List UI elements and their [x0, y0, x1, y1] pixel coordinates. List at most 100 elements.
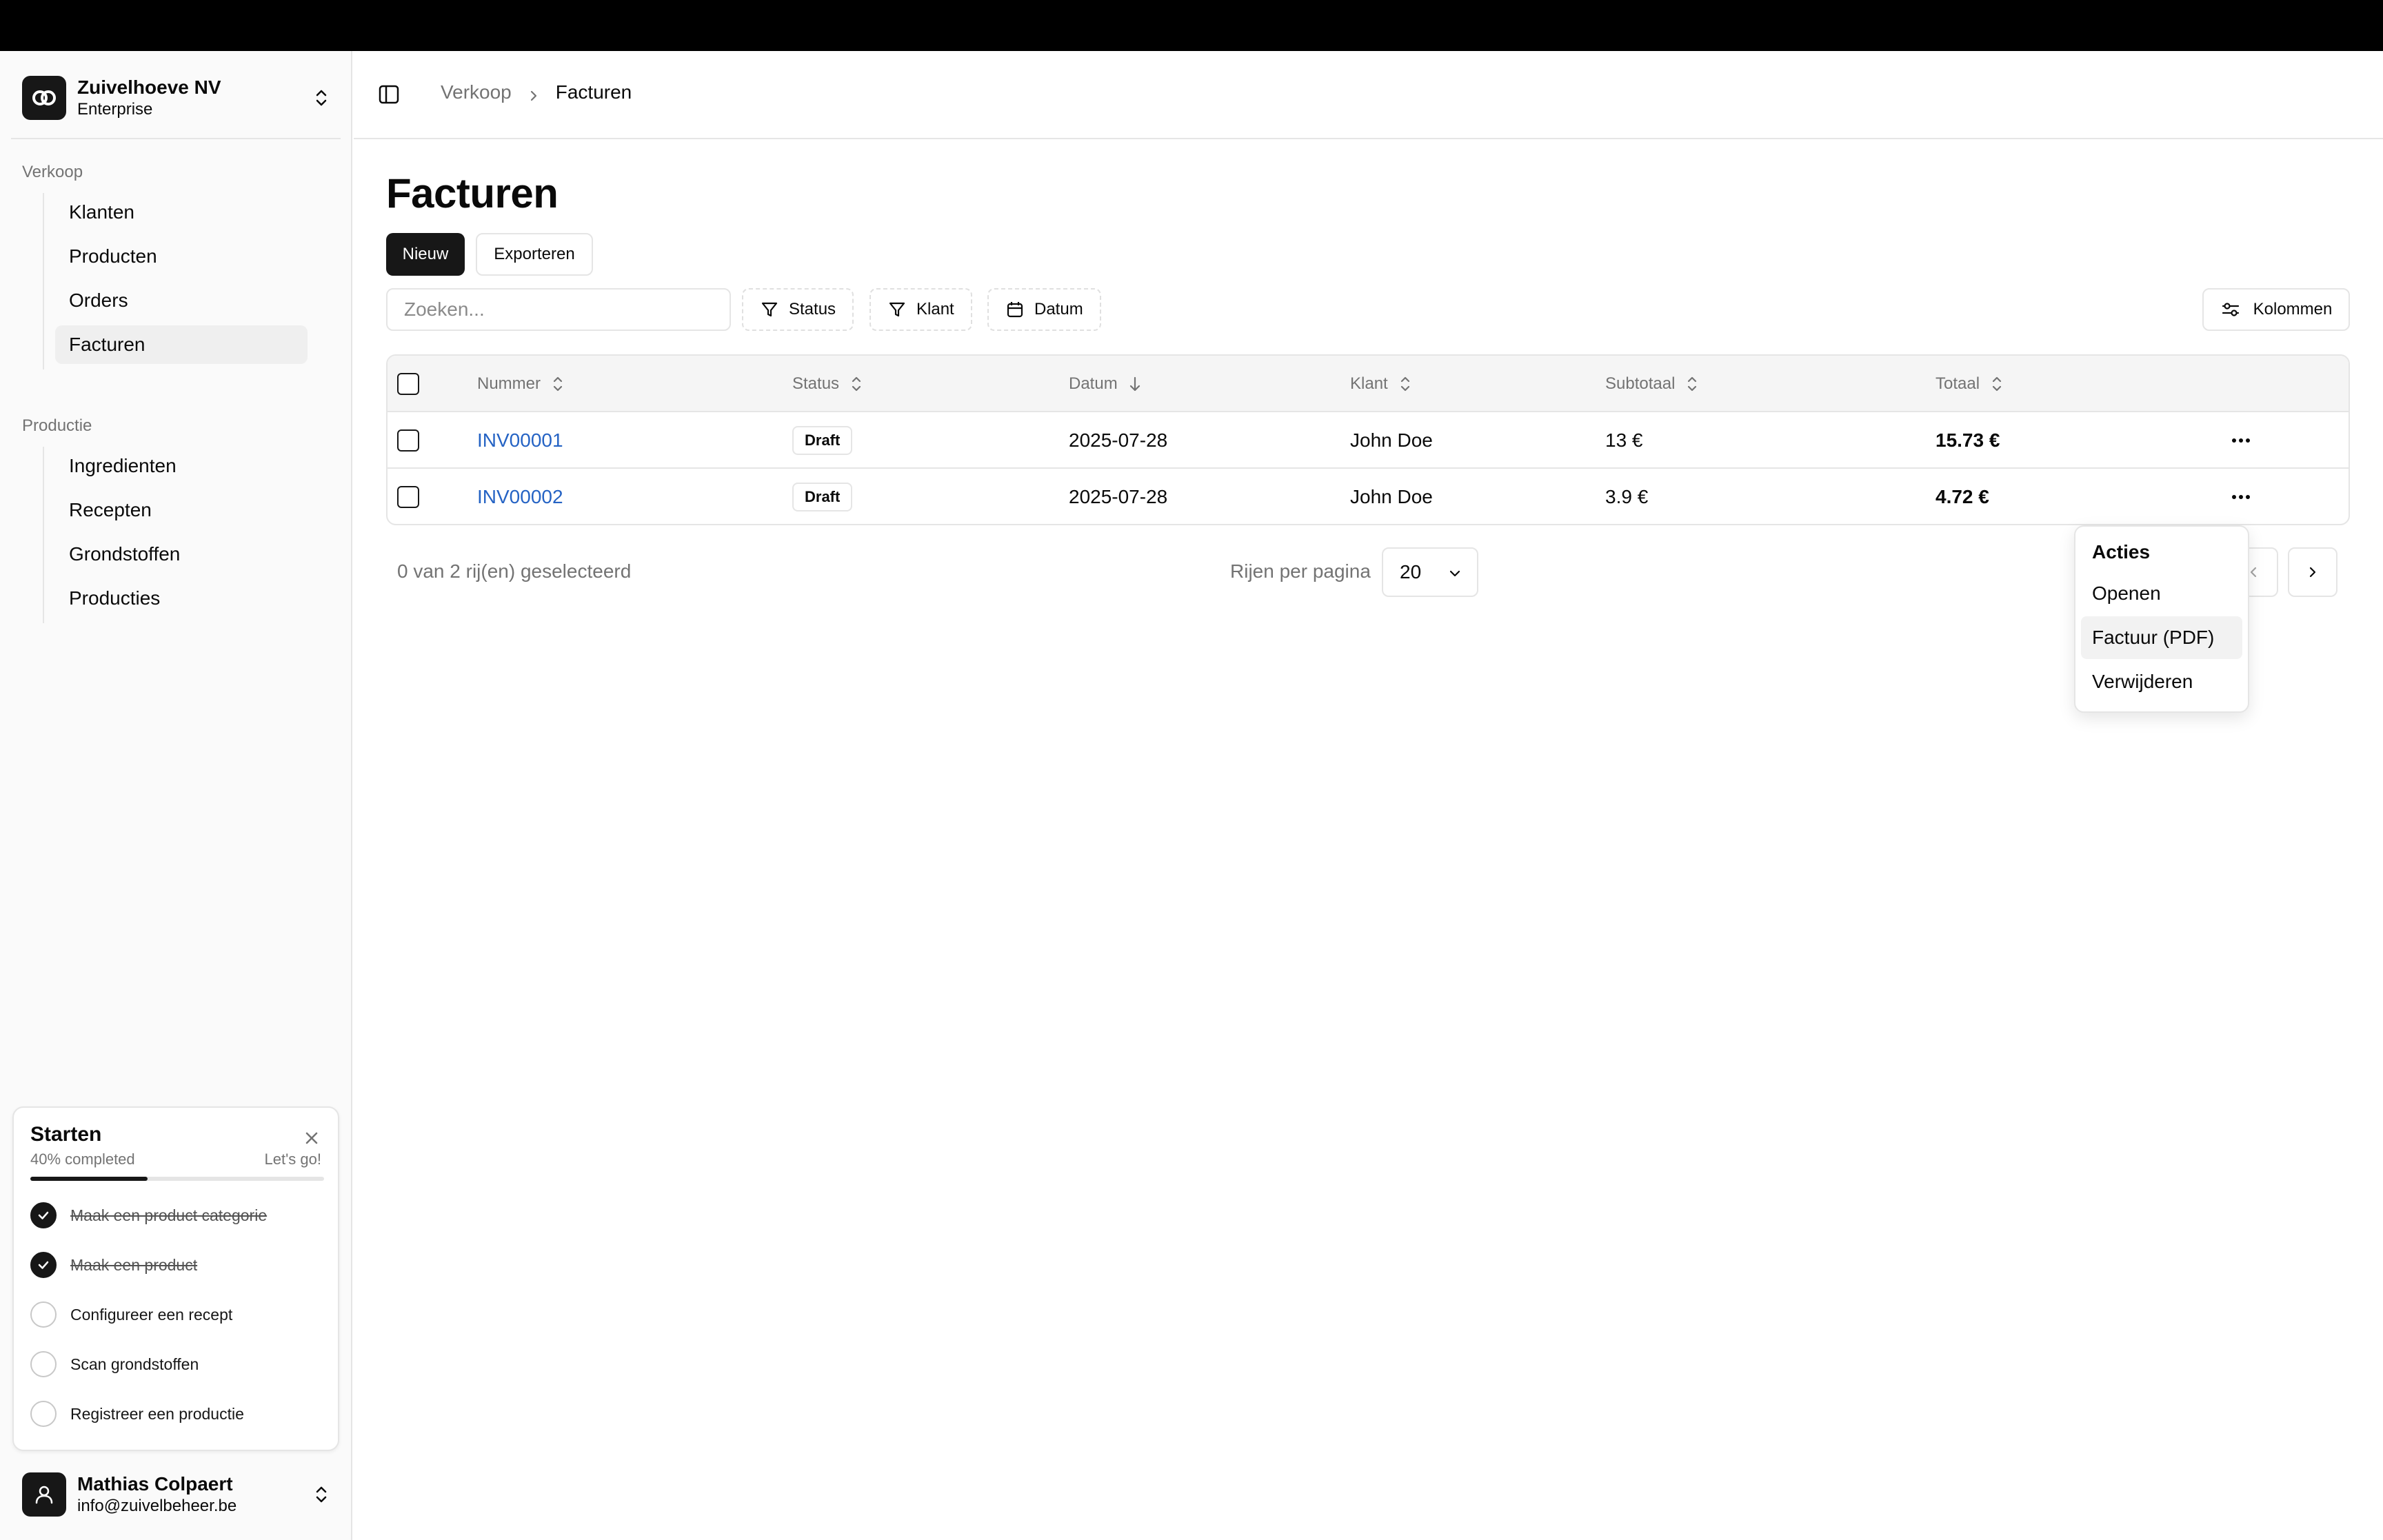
sort-icon — [852, 376, 861, 392]
column-header-label: Subtotaal — [1605, 374, 1676, 393]
onboarding-card: Starten 40% completed Let's go! Maak een… — [12, 1106, 339, 1451]
new-button[interactable]: Nieuw — [386, 233, 465, 276]
actions-menu: Acties Openen Factuur (PDF) Verwijderen — [2074, 525, 2249, 713]
cell-subtotaal: 13 € — [1605, 429, 1643, 451]
empty-circle-icon — [30, 1301, 57, 1328]
select-all-checkbox[interactable] — [397, 373, 419, 395]
sort-icon — [553, 376, 563, 392]
table-header: Nummer Status Datum Klant Subtotaal Tota… — [388, 356, 2349, 412]
onboarding-task[interactable]: Maak een product categorie — [30, 1200, 267, 1230]
filter-datum-button[interactable]: Datum — [987, 288, 1101, 331]
table-row[interactable]: INV00002 Draft 2025-07-28 John Doe 3.9 €… — [388, 469, 2349, 524]
onboarding-task-label: Scan grondstoffen — [70, 1355, 199, 1373]
org-switcher[interactable]: Zuivelhoeve NV Enterprise — [22, 73, 332, 123]
column-header-label: Datum — [1069, 374, 1118, 393]
arrow-down-icon — [1129, 376, 1140, 392]
column-header-datum[interactable]: Datum — [1069, 356, 1143, 412]
column-header-status[interactable]: Status — [792, 356, 864, 412]
cell-klant: John Doe — [1350, 486, 1433, 507]
empty-circle-icon — [30, 1401, 57, 1427]
column-header-totaal[interactable]: Totaal — [1935, 356, 2004, 412]
next-page-button[interactable] — [2288, 547, 2337, 597]
funnel-icon — [761, 302, 778, 317]
funnel-icon — [889, 302, 905, 317]
sidebar-item-grondstoffen[interactable]: Grondstoffen — [55, 535, 308, 574]
columns-button-label: Kolommen — [2253, 300, 2333, 318]
sidebar-item-producties[interactable]: Producties — [55, 579, 308, 618]
column-header-label: Status — [792, 374, 840, 393]
breadcrumb-item-verkoop[interactable]: Verkoop — [441, 81, 512, 103]
onboarding-progress-bar — [30, 1177, 324, 1181]
column-header-subtotaal[interactable]: Subtotaal — [1605, 356, 1700, 412]
onboarding-task[interactable]: Maak een product — [30, 1250, 197, 1280]
user-menu[interactable]: Mathias Colpaert info@zuivelbeheer.be — [22, 1470, 332, 1519]
sort-icon — [1992, 376, 2002, 392]
menu-item-factuur-pdf[interactable]: Factuur (PDF) — [2081, 616, 2242, 659]
chevron-down-icon — [1449, 570, 1460, 577]
onboarding-task-label: Maak een product categorie — [70, 1206, 268, 1224]
invoice-number-link[interactable]: INV00002 — [477, 469, 563, 524]
sidebar-item-klanten[interactable]: Klanten — [55, 193, 308, 232]
chevrons-up-down-icon — [310, 87, 332, 109]
column-header-label: Klant — [1350, 374, 1388, 393]
close-icon[interactable] — [303, 1130, 320, 1146]
nav-list-productie: Ingredienten Recepten Grondstoffen Produ… — [43, 447, 308, 623]
status-badge: Draft — [792, 483, 853, 511]
filter-datum-label: Datum — [1034, 300, 1083, 318]
sidebar-item-recepten[interactable]: Recepten — [55, 491, 308, 529]
invoice-number-link[interactable]: INV00001 — [477, 412, 563, 469]
columns-button[interactable]: Kolommen — [2202, 288, 2350, 331]
cell-totaal: 15.73 € — [1935, 429, 2000, 451]
breadcrumb-current: Facturen — [555, 81, 632, 103]
rows-per-page-value: 20 — [1400, 561, 1422, 582]
more-horizontal-icon[interactable] — [2227, 427, 2255, 454]
onboarding-task[interactable]: Registreer een productie — [30, 1399, 244, 1429]
onboarding-task-label: Registreer een productie — [70, 1404, 244, 1423]
sidebar-group-label-productie: Productie — [22, 416, 92, 435]
onboarding-task-label: Maak een product — [70, 1255, 198, 1274]
filter-klant-button[interactable]: Klant — [869, 288, 972, 331]
sidebar-group-label-verkoop: Verkoop — [22, 163, 83, 181]
sidebar-panel-icon[interactable] — [377, 83, 401, 106]
search-input[interactable] — [386, 288, 731, 331]
check-circle-icon — [30, 1202, 57, 1228]
sort-icon — [1688, 376, 1697, 392]
invoices-table: Nummer Status Datum Klant Subtotaal Tota… — [386, 354, 2350, 525]
filter-status-button[interactable]: Status — [742, 288, 854, 331]
sidebar-item-orders[interactable]: Orders — [55, 281, 308, 320]
onboarding-title: Starten — [30, 1123, 102, 1146]
user-name: Mathias Colpaert — [77, 1473, 233, 1495]
chevron-right-icon — [527, 85, 541, 101]
user-email: info@zuivelbeheer.be — [77, 1497, 237, 1515]
sidebar-divider — [11, 138, 341, 139]
check-circle-icon — [30, 1252, 57, 1278]
page-title: Facturen — [386, 170, 559, 216]
menu-item-openen[interactable]: Openen — [2081, 572, 2242, 615]
table-row[interactable]: INV00001 Draft 2025-07-28 John Doe 13 € … — [388, 412, 2349, 469]
selected-count: 0 van 2 rij(en) geselecteerd — [397, 560, 632, 582]
sliders-icon — [2222, 303, 2239, 316]
onboarding-task-label: Configureer een recept — [70, 1305, 233, 1324]
column-header-nummer[interactable]: Nummer — [477, 356, 565, 412]
calendar-icon — [1007, 302, 1023, 318]
sidebar-item-producten[interactable]: Producten — [55, 237, 308, 276]
sort-icon — [1400, 376, 1409, 392]
empty-circle-icon — [30, 1351, 57, 1377]
rows-per-page-select[interactable]: 20 — [1382, 547, 1478, 597]
sidebar-item-facturen[interactable]: Facturen — [55, 325, 308, 364]
onboarding-progress-label: 40% completed — [30, 1151, 135, 1168]
sidebar-item-ingredienten[interactable]: Ingredienten — [55, 447, 308, 485]
onboarding-task[interactable]: Scan grondstoffen — [30, 1349, 199, 1379]
export-button[interactable]: Exporteren — [476, 233, 593, 276]
row-checkbox[interactable] — [397, 429, 419, 452]
column-header-label: Totaal — [1935, 374, 1980, 393]
actions-menu-label: Acties — [2092, 541, 2151, 563]
onboarding-task[interactable]: Configureer een recept — [30, 1299, 232, 1330]
column-header-klant[interactable]: Klant — [1350, 356, 1413, 412]
cell-totaal: 4.72 € — [1935, 486, 1989, 507]
chevrons-up-down-icon — [310, 1483, 332, 1506]
more-horizontal-icon[interactable] — [2227, 483, 2255, 511]
row-checkbox[interactable] — [397, 486, 419, 508]
linked-rings-icon — [22, 76, 66, 120]
menu-item-verwijderen[interactable]: Verwijderen — [2081, 660, 2242, 703]
